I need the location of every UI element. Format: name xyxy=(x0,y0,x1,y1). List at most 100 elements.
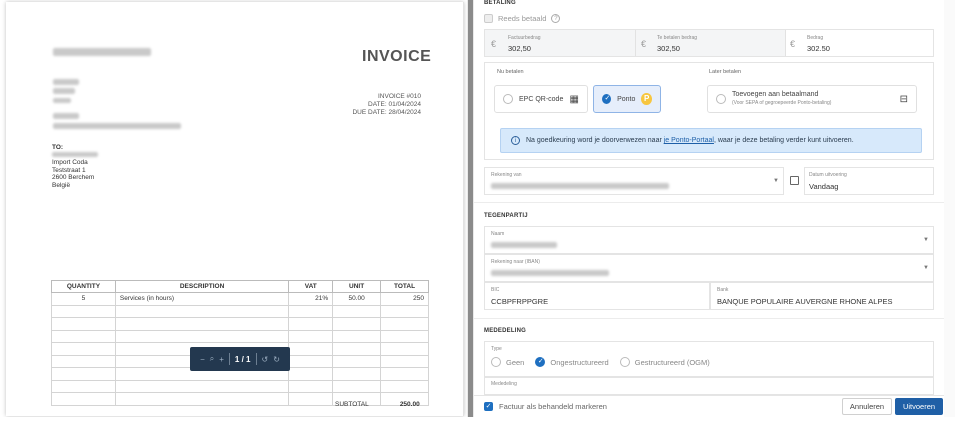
to-pay-label: Te betalen bedrag xyxy=(657,35,698,41)
basket-radio[interactable] xyxy=(716,94,726,104)
execute-button[interactable]: Uitvoeren xyxy=(895,398,943,415)
option-ponto[interactable]: Ponto P xyxy=(593,85,661,113)
recipient-line: Import Coda xyxy=(52,159,88,166)
qr-code-icon: ▦ xyxy=(569,93,579,105)
account-from-value-redacted xyxy=(491,183,669,189)
amount-label: Bedrag xyxy=(807,35,824,41)
option-later-subtitle: (Voor SEPA of gegroepeerde Ponto-betalin… xyxy=(732,100,832,106)
invoice-number: INVOICE #010 xyxy=(378,93,421,100)
type-unstructured-radio[interactable] xyxy=(535,357,546,367)
account-from-label: Rekening van xyxy=(491,172,522,178)
company-address-redacted xyxy=(53,123,181,129)
to-pay-field: 302,50 xyxy=(657,44,680,53)
iban-value-redacted xyxy=(491,270,609,276)
execution-date-field[interactable]: Datum uitvoering Vandaag xyxy=(804,167,934,195)
invoice-amount-field: 302,50 xyxy=(508,44,531,53)
bic-label: BIC xyxy=(491,287,500,293)
bic-value: CCBPFRPPGRE xyxy=(491,297,549,306)
company-name-redacted xyxy=(53,48,151,56)
table-header-row: QUANTITY DESCRIPTION VAT UNIT TOTAL xyxy=(51,280,429,293)
ponto-radio[interactable] xyxy=(602,94,612,104)
bic-field[interactable]: BIC CCBPFRPPGRE xyxy=(484,282,710,310)
chevron-down-icon[interactable]: ▼ xyxy=(923,265,929,271)
help-icon[interactable]: ? xyxy=(551,14,561,23)
company-address-redacted xyxy=(53,113,79,119)
pay-later-label: Later betalen xyxy=(709,69,742,75)
mark-processed-checkbox[interactable]: ✓ xyxy=(484,402,493,411)
bank-label: Bank xyxy=(717,287,729,293)
column-header: UNIT xyxy=(332,280,382,293)
table-cell: 5 xyxy=(51,292,116,306)
zoom-out-icon[interactable]: − xyxy=(200,355,205,364)
chevron-down-icon[interactable]: ▼ xyxy=(923,237,929,243)
amount-input[interactable]: € Bedrag 302.50 xyxy=(785,30,933,56)
toolbar-divider xyxy=(228,353,230,365)
panel-splitter[interactable] xyxy=(467,0,474,417)
info-text-before: Na goedkeuring word je doorverwezen naar xyxy=(526,137,664,144)
iban-field[interactable]: Rekening naar (IBAN) ▼ xyxy=(484,254,934,282)
currency-symbol: € xyxy=(491,39,497,49)
payment-section-title: BETALING xyxy=(484,0,516,6)
table-cell: 250 xyxy=(380,292,429,306)
cancel-button[interactable]: Annuleren xyxy=(842,398,892,415)
splitter-handle[interactable] xyxy=(468,0,473,417)
invoice-meta: INVOICE #010 DATE: 01/04/2024 DUE DATE: … xyxy=(352,93,421,117)
bank-field[interactable]: Bank BANQUE POPULAIRE AUVERGNE RHONE ALP… xyxy=(710,282,934,310)
pdf-toolbar: − ⌕ + 1 / 1 ↺ ↻ xyxy=(190,347,290,371)
communication-section-title: MEDEDELING xyxy=(484,328,527,334)
currency-symbol: € xyxy=(641,39,647,49)
option-epc-qr[interactable]: EPC QR-code ▦ xyxy=(494,85,588,113)
table-row xyxy=(51,379,429,393)
recipient-line: Teststraat 1 xyxy=(52,166,86,174)
message-field[interactable]: Mededeling xyxy=(484,377,934,395)
invoice-amount-label: Factuurbedrag xyxy=(508,35,541,41)
counterparty-name-field[interactable]: Naam ▼ xyxy=(484,226,934,254)
invoice-date: DATE: 01/04/2024 xyxy=(368,101,421,108)
table-cell: 50.00 xyxy=(332,292,382,306)
invoice-preview[interactable]: INVOICE INVOICE #010 DATE: 01/04/2024 DU… xyxy=(6,2,464,416)
info-banner: i Na goedkeuring word je doorverwezen na… xyxy=(500,128,922,153)
ponto-logo-icon: P xyxy=(641,93,652,105)
invoice-table: QUANTITY DESCRIPTION VAT UNIT TOTAL 5 Se… xyxy=(51,280,429,406)
subtotal-label: SUBTOTAL xyxy=(335,401,369,408)
rotate-left-icon[interactable]: ↺ xyxy=(262,355,269,364)
table-row: 5 Services (in hours) 21% 50.00 250 xyxy=(51,292,429,306)
ponto-portal-link[interactable]: je Ponto-Portaal xyxy=(664,137,714,144)
type-structured-label: Gestructureerd (OGM) xyxy=(634,357,710,367)
basket-icon: ⊟ xyxy=(899,93,908,105)
recipient-line: België xyxy=(52,181,71,189)
zoom-in-icon[interactable]: + xyxy=(219,355,224,364)
rotate-right-icon[interactable]: ↻ xyxy=(273,355,280,364)
option-ponto-label: Ponto xyxy=(617,95,636,103)
chevron-down-icon[interactable]: ▼ xyxy=(773,178,779,184)
type-none-label: Geen xyxy=(506,357,525,367)
pay-now-label: Nu betalen xyxy=(497,69,524,75)
epc-radio[interactable] xyxy=(503,94,513,104)
zoom-icon[interactable]: ⌕ xyxy=(210,354,214,364)
toolbar-divider xyxy=(255,353,257,365)
page-indicator: 1 / 1 xyxy=(234,354,251,364)
type-structured-radio[interactable] xyxy=(619,357,630,367)
already-paid-row: Reeds betaald ? xyxy=(484,14,561,23)
amount-value: 302.50 xyxy=(807,44,830,53)
type-unstructured-label: Ongestructureerd xyxy=(550,357,609,367)
name-label: Naam xyxy=(491,231,505,237)
type-none-radio[interactable] xyxy=(491,357,501,367)
option-epc-label: EPC QR-code xyxy=(519,95,564,103)
option-later-title: Toevoegen aan betaalmand xyxy=(732,91,819,98)
panel-scrollbar[interactable] xyxy=(944,0,955,417)
company-address-redacted xyxy=(53,88,75,94)
already-paid-label: Reeds betaald xyxy=(498,14,547,23)
footer-bar: ✓ Factuur als behandeld markeren Annuler… xyxy=(474,395,944,417)
account-from-field[interactable]: Rekening van ▼ xyxy=(484,167,784,195)
to-label: TO: xyxy=(52,144,64,151)
table-row xyxy=(51,304,429,318)
bank-value: BANQUE POPULAIRE AUVERGNE RHONE ALPES xyxy=(717,297,893,306)
already-paid-checkbox[interactable] xyxy=(484,14,493,23)
recipient-line: 2600 Berchem xyxy=(52,174,95,181)
calendar-icon[interactable] xyxy=(790,176,799,185)
table-row xyxy=(51,317,429,331)
company-address-redacted xyxy=(53,98,71,103)
invoice-title: INVOICE xyxy=(362,48,432,65)
option-add-to-basket[interactable]: Toevoegen aan betaalmand (Voor SEPA of g… xyxy=(707,85,917,113)
